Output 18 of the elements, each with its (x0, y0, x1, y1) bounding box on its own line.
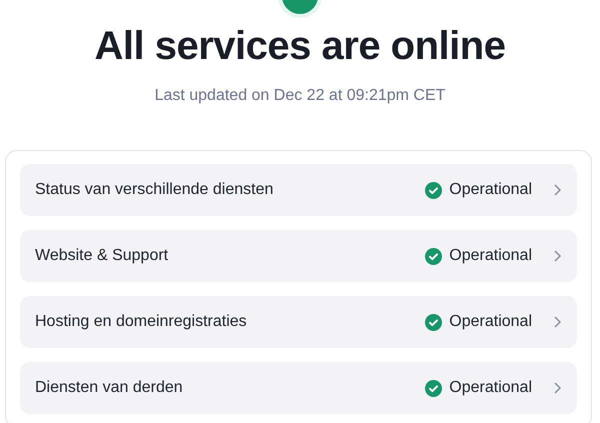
chevron-right-icon (554, 316, 561, 328)
service-row[interactable]: Hosting en domeinregistraties Operational (20, 296, 577, 348)
last-updated-text: Last updated on Dec 22 at 09:21pm CET (154, 86, 446, 106)
status-label: Operational (449, 181, 532, 199)
status-label: Operational (449, 247, 532, 265)
service-row[interactable]: Website & Support Operational (20, 230, 577, 282)
service-name: Status van verschillende diensten (35, 181, 274, 199)
service-row[interactable]: Diensten van derden Operational (20, 362, 577, 414)
chevron-right-icon (554, 250, 561, 262)
status-label: Operational (449, 313, 532, 331)
status-label: Operational (449, 379, 532, 397)
chevron-right-icon (554, 184, 561, 196)
service-name: Website & Support (35, 247, 170, 265)
service-row[interactable]: Status van verschillende diensten Operational (20, 164, 577, 216)
chevron-right-icon (554, 382, 561, 394)
service-name: Diensten van derden (35, 379, 184, 397)
page-title: All services are online (94, 23, 506, 70)
service-name: Hosting en domeinregistraties (35, 313, 248, 331)
